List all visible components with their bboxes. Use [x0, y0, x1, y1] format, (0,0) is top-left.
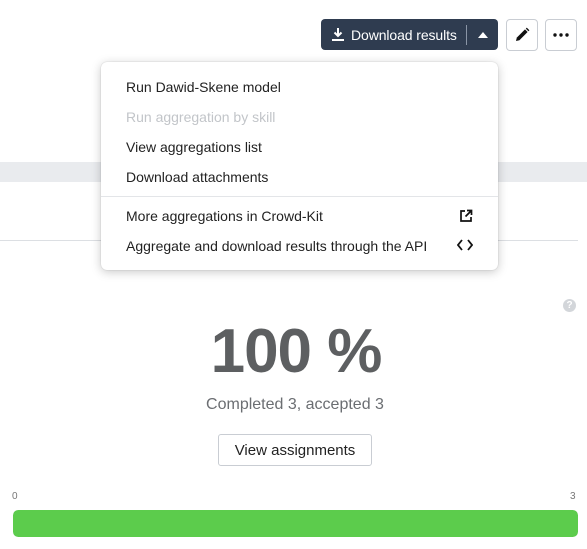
- menu-item-label: View aggregations list: [126, 139, 262, 155]
- completion-percent: 100 %: [210, 317, 383, 386]
- progress-max-label: 3: [570, 491, 576, 502]
- edit-button[interactable]: [506, 19, 538, 51]
- progress-bar: [13, 510, 578, 537]
- download-icon: [332, 28, 344, 41]
- more-horizontal-icon: [553, 33, 569, 37]
- progress-min-label: 0: [12, 491, 18, 502]
- more-button[interactable]: [545, 19, 577, 51]
- completion-summary: Completed 3, accepted 3: [206, 396, 384, 413]
- code-brackets-icon: [457, 239, 473, 251]
- download-results-button[interactable]: Download results: [321, 19, 466, 50]
- download-results-split-button: Download results: [321, 19, 498, 50]
- pencil-icon: [516, 27, 530, 41]
- progress-bar-fill: [13, 510, 578, 537]
- download-options-menu: Run Dawid-Skene model Run aggregation by…: [101, 62, 498, 270]
- menu-item-label: Run Dawid-Skene model: [126, 79, 281, 95]
- external-link-icon: [460, 209, 473, 222]
- download-results-label: Download results: [351, 26, 457, 43]
- menu-item-label: More aggregations in Crowd-Kit: [126, 208, 323, 224]
- menu-item-crowd-kit[interactable]: More aggregations in Crowd-Kit: [101, 201, 498, 231]
- caret-up-icon: [477, 31, 488, 38]
- menu-divider: [101, 196, 498, 197]
- menu-item-label: Run aggregation by skill: [126, 109, 276, 125]
- menu-item-label: Aggregate and download results through t…: [126, 238, 428, 254]
- menu-item-run-aggregation-by-skill: Run aggregation by skill: [101, 102, 498, 132]
- question-icon[interactable]: ?: [563, 299, 576, 312]
- menu-item-api-download[interactable]: Aggregate and download results through t…: [101, 231, 498, 261]
- menu-item-label: Download attachments: [126, 169, 269, 185]
- menu-item-run-dawid-skene[interactable]: Run Dawid-Skene model: [101, 72, 498, 102]
- view-assignments-button[interactable]: View assignments: [218, 434, 372, 466]
- download-options-toggle[interactable]: [467, 19, 498, 50]
- menu-item-download-attachments[interactable]: Download attachments: [101, 162, 498, 192]
- menu-item-view-aggregations-list[interactable]: View aggregations list: [101, 132, 498, 162]
